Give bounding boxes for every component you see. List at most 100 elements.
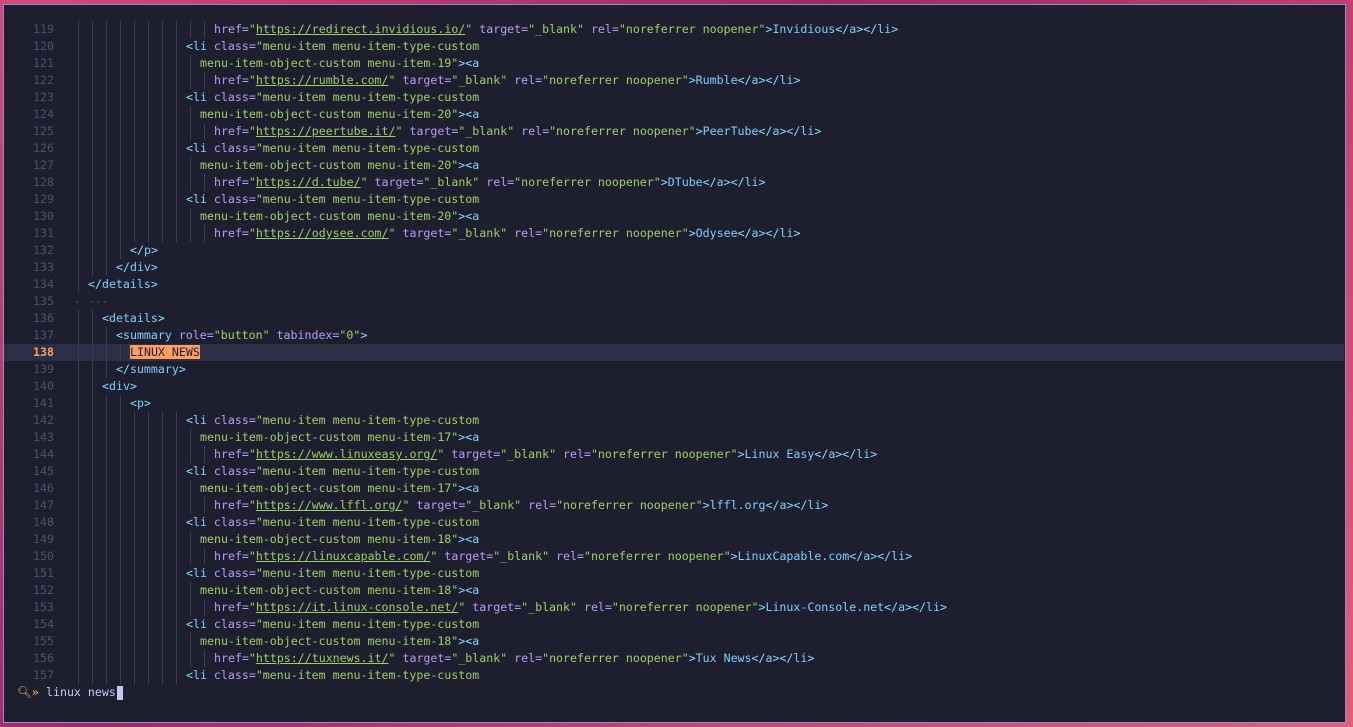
code-text: <li class="menu-item menu-item-type-cust… (186, 38, 479, 55)
indent-guide (190, 72, 191, 89)
code-line[interactable]: 141 <p> (4, 395, 1344, 412)
code-line[interactable]: 122 href="https://rumble.com/" target="_b… (4, 72, 1344, 89)
token-url: https://linuxcapable.com/ (255, 549, 431, 563)
token-bracket: ></ (758, 226, 780, 240)
code-line[interactable]: 135 - --- (4, 293, 1344, 310)
code-line[interactable]: 134 </details> (4, 276, 1344, 293)
code-line[interactable]: 120 <li class="menu-item menu-item-type-c… (4, 38, 1344, 55)
code-line[interactable]: 125 href="https://peertube.it/" target="_… (4, 123, 1344, 140)
token-bracket: < (186, 90, 193, 104)
token-tag: details (101, 277, 151, 291)
indent-guide (162, 463, 163, 480)
indent-guide (190, 582, 191, 599)
indent-guide (134, 106, 135, 123)
code-line[interactable]: 119 href="https://redirect.invidious.io/"… (4, 21, 1344, 38)
code-line[interactable]: 137 <summary role="button" tabindex="0"> (4, 327, 1344, 344)
indent-guide (148, 429, 149, 446)
token-attr: class= (206, 192, 256, 206)
code-line[interactable]: 136 <details> (4, 310, 1344, 327)
token-bracket: </ (814, 447, 829, 461)
token-bracket: > (178, 362, 186, 376)
code-line[interactable]: 126 <li class="menu-item menu-item-type-c… (4, 140, 1344, 157)
code-line[interactable]: 152 menu-item-object-custom menu-item-18"… (4, 582, 1344, 599)
indent-guide (204, 21, 205, 38)
code-line[interactable]: 149 menu-item-object-custom menu-item-18"… (4, 531, 1344, 548)
code-line[interactable]: 155 menu-item-object-custom menu-item-18"… (4, 633, 1344, 650)
code-line[interactable]: 153 href="https://it.linux-console.net/" … (4, 599, 1344, 616)
code-line[interactable]: 129 <li class="menu-item menu-item-type-c… (4, 191, 1344, 208)
token-str: "_blank" (493, 549, 550, 563)
code-line[interactable]: 127 menu-item-object-custom menu-item-20"… (4, 157, 1344, 174)
token-attr: class= (206, 668, 256, 682)
indent-guide (134, 21, 135, 38)
code-line[interactable]: 121 menu-item-object-custom menu-item-19"… (4, 55, 1344, 72)
indent-guide (92, 259, 93, 276)
code-line[interactable]: 130 menu-item-object-custom menu-item-20"… (4, 208, 1344, 225)
token-bracket: > (702, 498, 710, 512)
token-attr: target= (395, 226, 452, 240)
indent-guide (148, 412, 149, 429)
search-bar[interactable]: 🔍︎» linux news (4, 682, 1344, 702)
indent-guide (106, 140, 107, 157)
indent-guide (162, 140, 163, 157)
token-bracket: </ (737, 226, 752, 240)
token-tag: li (744, 175, 759, 189)
code-line[interactable]: 144 href="https://www.linuxeasy.org/" tar… (4, 446, 1344, 463)
token-tag: li (192, 566, 207, 580)
code-line[interactable]: 133 </div> (4, 259, 1344, 276)
code-line[interactable]: 142 <li class="menu-item menu-item-type-c… (4, 412, 1344, 429)
token-bracket: < (102, 311, 109, 325)
token-str: menu-item-object-custom menu-item-17" (200, 481, 459, 495)
editor-window[interactable]: 119 href="https://redirect.invidious.io/"… (3, 4, 1346, 723)
code-line[interactable]: 124 menu-item-object-custom menu-item-20"… (4, 106, 1344, 123)
indent-guide (134, 429, 135, 446)
token-attr: target= (402, 124, 459, 138)
indent-guide (162, 38, 163, 55)
code-text: href="https://linuxcapable.com/" target=… (214, 548, 912, 565)
code-line[interactable]: 146 menu-item-object-custom menu-item-17"… (4, 480, 1344, 497)
code-line[interactable]: 151 <li class="menu-item menu-item-type-c… (4, 565, 1344, 582)
code-line[interactable]: 154 <li class="menu-item menu-item-type-c… (4, 616, 1344, 633)
indent-guide (134, 123, 135, 140)
code-line[interactable]: 138 LINUX NEWS (4, 344, 1344, 361)
code-line[interactable]: 147 href="https://www.lffl.org/" target="… (4, 497, 1344, 514)
indent-guide (92, 378, 93, 395)
indent-guide (78, 548, 79, 565)
token-bracket: </ (884, 600, 899, 614)
token-bracket: > (150, 260, 158, 274)
search-input[interactable]: linux news (46, 682, 123, 702)
code-line[interactable]: 132 </p> (4, 242, 1344, 259)
code-line[interactable]: 143 menu-item-object-custom menu-item-17"… (4, 429, 1344, 446)
code-line[interactable]: 128 href="https://d.tube/" target="_blank… (4, 174, 1344, 191)
token-str: " (248, 600, 256, 614)
token-attr: rel= (521, 498, 557, 512)
token-bracket: ></ (905, 600, 927, 614)
code-line[interactable]: 148 <li class="menu-item menu-item-type-c… (4, 514, 1344, 531)
token-attr: class= (206, 141, 256, 155)
line-number: 149 (33, 532, 54, 546)
token-txt: Linux Easy (744, 447, 815, 461)
code-line[interactable]: 140 <div> (4, 378, 1344, 395)
indent-guide (176, 531, 177, 548)
code-line[interactable]: 156 href="https://tuxnews.it/" target="_b… (4, 650, 1344, 667)
code-text: menu-item-object-custom menu-item-20"><a (200, 157, 479, 174)
indent-guide (92, 616, 93, 633)
code-line[interactable]: 150 href="https://linuxcapable.com/" targ… (4, 548, 1344, 565)
indent-guide (120, 548, 121, 565)
token-tag: a (472, 532, 480, 546)
indent-guide (120, 650, 121, 667)
token-attr: role= (171, 328, 214, 342)
code-line[interactable]: 123 <li class="menu-item menu-item-type-c… (4, 89, 1344, 106)
code-line[interactable]: 145 <li class="menu-item menu-item-type-c… (4, 463, 1344, 480)
token-tag: summary (129, 362, 179, 376)
token-bracket: < (186, 668, 193, 682)
indent-guide (120, 123, 121, 140)
token-bracket: < (186, 39, 193, 53)
code-line[interactable]: 131 href="https://odysee.com/" target="_b… (4, 225, 1344, 242)
line-number: 124 (33, 107, 54, 121)
line-number: 129 (33, 192, 54, 206)
indent-guide (120, 446, 121, 463)
code-line[interactable]: 139 </summary> (4, 361, 1344, 378)
indent-guide (106, 446, 107, 463)
token-url: https://peertube.it/ (255, 124, 396, 138)
